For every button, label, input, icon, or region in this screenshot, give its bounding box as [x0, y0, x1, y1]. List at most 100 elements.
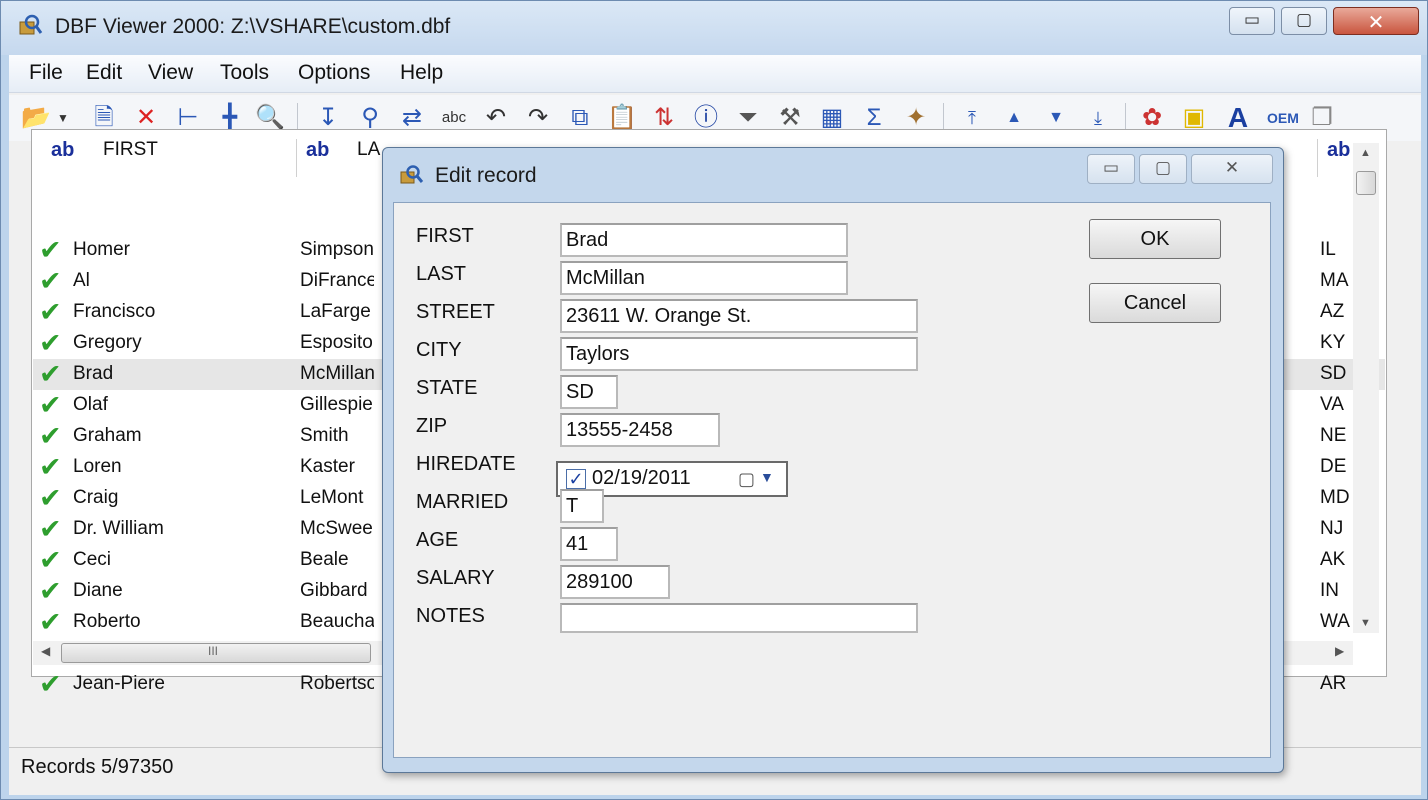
- label-age: AGE: [416, 529, 459, 551]
- cell-first[interactable]: Ceci: [73, 549, 111, 571]
- zip-field[interactable]: 13555-2458: [560, 413, 720, 447]
- city-field[interactable]: Taylors: [560, 337, 918, 371]
- last-field[interactable]: McMillan: [560, 261, 848, 295]
- scroll-left-icon[interactable]: ◀: [41, 644, 50, 658]
- menu-edit[interactable]: Edit: [86, 61, 122, 85]
- chevron-down-icon[interactable]: ▼: [760, 469, 774, 485]
- cell-state[interactable]: AZ: [1320, 301, 1344, 323]
- cell-first[interactable]: Al: [73, 270, 90, 292]
- cell-last[interactable]: Gillespie: [300, 394, 374, 416]
- check-icon: ✔: [39, 607, 62, 637]
- cell-first[interactable]: Loren: [73, 456, 122, 478]
- cell-last[interactable]: Gibbard: [300, 580, 374, 602]
- cell-first[interactable]: Dr. William: [73, 518, 164, 540]
- label-zip: ZIP: [416, 415, 448, 437]
- menu-help[interactable]: Help: [400, 61, 443, 85]
- cell-last[interactable]: LeMont: [300, 487, 374, 509]
- cell-last[interactable]: Esposito: [300, 332, 374, 354]
- cell-first[interactable]: Graham: [73, 425, 142, 447]
- cell-last[interactable]: Beale: [300, 549, 374, 571]
- label-hiredate: HIREDATE: [416, 453, 516, 475]
- cell-last[interactable]: Kaster: [300, 456, 374, 478]
- cell-state[interactable]: MD: [1320, 487, 1350, 509]
- cell-state[interactable]: SD: [1320, 363, 1346, 385]
- vertical-scrollbar[interactable]: ▲ ▼: [1353, 143, 1379, 633]
- column-header-first[interactable]: FIRST: [103, 139, 158, 177]
- cell-first[interactable]: Gregory: [73, 332, 142, 354]
- check-icon: ✔: [39, 235, 62, 265]
- cell-state[interactable]: MA: [1320, 270, 1349, 292]
- cell-first[interactable]: Francisco: [73, 301, 155, 323]
- married-field[interactable]: T: [560, 489, 604, 523]
- dialog-minimize-button[interactable]: ▭: [1087, 154, 1135, 184]
- label-state: STATE: [416, 377, 478, 399]
- label-notes: NOTES: [416, 605, 485, 627]
- main-window: DBF Viewer 2000: Z:\VSHARE\custom.dbf ▭ …: [0, 0, 1428, 800]
- street-field[interactable]: 23611 W. Orange St.: [560, 299, 918, 333]
- cell-last[interactable]: Robertson: [300, 673, 374, 695]
- cell-last[interactable]: Smith: [300, 425, 374, 447]
- cell-state[interactable]: IL: [1320, 239, 1336, 261]
- minimize-icon: ▭: [1243, 10, 1261, 29]
- cell-state[interactable]: AR: [1320, 673, 1346, 695]
- salary-field[interactable]: 289100: [560, 565, 670, 599]
- cell-first[interactable]: Olaf: [73, 394, 108, 416]
- dialog-maximize-button[interactable]: ▢: [1139, 154, 1187, 184]
- hiredate-value[interactable]: 02/19/2011: [592, 467, 691, 490]
- cell-last[interactable]: DiFrance: [300, 270, 374, 292]
- label-city: CITY: [416, 339, 462, 361]
- hiredate-checkbox[interactable]: ✓: [566, 469, 586, 489]
- column-divider[interactable]: [296, 139, 297, 177]
- cell-first[interactable]: Craig: [73, 487, 118, 509]
- menu-file[interactable]: File: [29, 61, 63, 85]
- cell-state[interactable]: AK: [1320, 549, 1345, 571]
- scroll-down-icon[interactable]: ▼: [1360, 617, 1371, 629]
- check-icon: ✔: [39, 390, 62, 420]
- scroll-up-icon[interactable]: ▲: [1360, 147, 1371, 159]
- state-field[interactable]: SD: [560, 375, 618, 409]
- vertical-scroll-thumb[interactable]: [1356, 171, 1376, 195]
- cell-state[interactable]: KY: [1320, 332, 1345, 354]
- notes-field[interactable]: [560, 603, 918, 633]
- cell-first[interactable]: Brad: [73, 363, 113, 385]
- dialog-app-icon: [400, 165, 424, 184]
- column-divider[interactable]: [1317, 139, 1318, 177]
- scroll-right-icon[interactable]: ▶: [1335, 644, 1344, 658]
- menu-view[interactable]: View: [148, 61, 193, 85]
- menu-options[interactable]: Options: [298, 61, 370, 85]
- cell-last[interactable]: Simpson: [300, 239, 374, 261]
- horizontal-scroll-thumb[interactable]: III: [61, 643, 371, 663]
- dialog-title: Edit record: [435, 164, 537, 187]
- cell-last[interactable]: McMillan: [300, 363, 374, 385]
- close-button[interactable]: ✕: [1333, 7, 1419, 35]
- app-logo-icon: [19, 14, 43, 35]
- check-icon: ✔: [39, 328, 62, 358]
- first-field[interactable]: Brad: [560, 223, 848, 257]
- cell-state[interactable]: VA: [1320, 394, 1344, 416]
- column-type-icon: ab: [51, 139, 75, 161]
- maximize-icon: ▢: [1295, 10, 1313, 29]
- ok-button[interactable]: OK: [1089, 219, 1221, 259]
- calendar-icon[interactable]: ▢: [738, 469, 755, 490]
- cell-last[interactable]: Beauchamp: [300, 611, 374, 633]
- menu-tools[interactable]: Tools: [220, 61, 269, 85]
- cell-state[interactable]: NE: [1320, 425, 1346, 447]
- cell-state[interactable]: DE: [1320, 456, 1346, 478]
- cell-first[interactable]: Homer: [73, 239, 130, 261]
- column-header-last[interactable]: LA: [357, 139, 380, 177]
- cell-first[interactable]: Roberto: [73, 611, 141, 633]
- cell-state[interactable]: WA: [1320, 611, 1350, 633]
- dialog-close-button[interactable]: ✕: [1191, 154, 1273, 184]
- cell-last[interactable]: McSweeney: [300, 518, 374, 540]
- cell-first[interactable]: Jean-Piere: [73, 673, 165, 695]
- age-field[interactable]: 41: [560, 527, 618, 561]
- cell-first[interactable]: Diane: [73, 580, 123, 602]
- cell-state[interactable]: IN: [1320, 580, 1339, 602]
- record-count: Records 5/97350: [21, 756, 174, 778]
- cancel-button[interactable]: Cancel: [1089, 283, 1221, 323]
- minimize-button[interactable]: ▭: [1229, 7, 1275, 35]
- cell-state[interactable]: NJ: [1320, 518, 1343, 540]
- maximize-button[interactable]: ▢: [1281, 7, 1327, 35]
- cell-last[interactable]: LaFarge: [300, 301, 374, 323]
- title-bar: DBF Viewer 2000: Z:\VSHARE\custom.dbf ▭ …: [1, 1, 1427, 55]
